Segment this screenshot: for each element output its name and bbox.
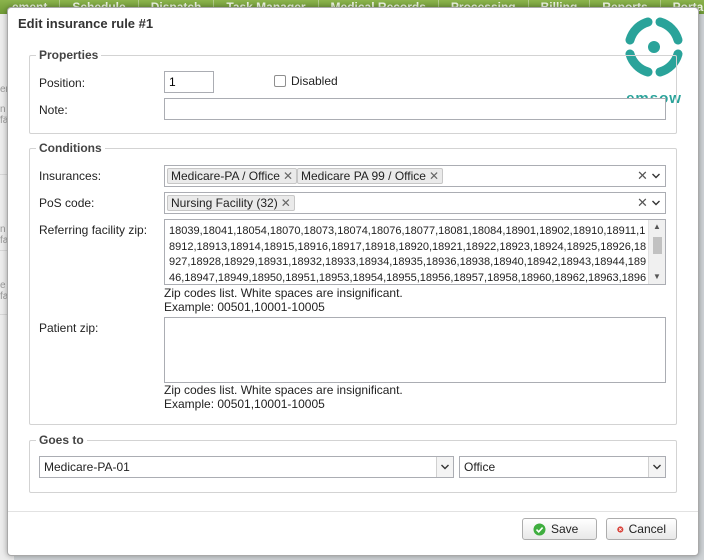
remove-chip-icon[interactable]: ✕: [281, 196, 291, 210]
save-button-label: Save: [551, 522, 579, 536]
properties-group: Properties: [29, 48, 677, 134]
clear-all-icon[interactable]: ✕: [637, 196, 648, 210]
referring-zip-example: Example: 00501,10001-10005: [164, 300, 325, 314]
insurance-chip-label: Medicare PA 99 / Office: [301, 169, 426, 183]
patient-zip-hint: Zip codes list. White spaces are insigni…: [164, 383, 403, 397]
location-select-value: Office: [464, 460, 496, 474]
chevron-down-icon[interactable]: [652, 172, 660, 180]
remove-chip-icon[interactable]: ✕: [283, 169, 293, 183]
referring-zip-hint: Zip codes list. White spaces are insigni…: [164, 286, 403, 300]
insurance-chip: Medicare-PA / Office ✕: [167, 168, 297, 184]
scroll-up-icon[interactable]: ▲: [653, 223, 661, 231]
pos-code-chip-label: Nursing Facility (32): [171, 196, 278, 210]
insurances-multiselect[interactable]: Medicare-PA / Office ✕ Medicare PA 99 / O…: [164, 165, 666, 187]
target-select[interactable]: Medicare-PA-01: [39, 456, 454, 478]
cancel-button-label: Cancel: [628, 522, 666, 536]
chevron-down-icon[interactable]: [441, 463, 449, 471]
remove-chip-icon[interactable]: ✕: [429, 169, 439, 183]
dialog-title[interactable]: Edit insurance rule #1: [18, 16, 153, 31]
referring-zip-value: 18039,18041,18054,18070,18073,18074,1807…: [169, 225, 647, 284]
disabled-label: Disabled: [291, 74, 338, 88]
insurance-chip: Medicare PA 99 / Office ✕: [297, 168, 444, 184]
note-input[interactable]: [164, 98, 666, 120]
patient-zip-label: Patient zip:: [39, 321, 99, 335]
pos-code-multiselect[interactable]: Nursing Facility (32) ✕ ✕: [164, 192, 666, 214]
properties-legend: Properties: [39, 48, 99, 62]
scrollbar-thumb[interactable]: [653, 237, 662, 254]
insurances-label: Insurances:: [39, 169, 102, 183]
insurance-chip-label: Medicare-PA / Office: [171, 169, 280, 183]
select-dropdown-button[interactable]: [648, 457, 665, 477]
disabled-option[interactable]: Disabled: [274, 74, 338, 88]
clear-all-icon[interactable]: ✕: [637, 169, 648, 183]
disabled-checkbox[interactable]: [274, 75, 286, 87]
save-button[interactable]: Save: [522, 518, 597, 540]
location-select[interactable]: Office: [459, 456, 666, 478]
target-select-value: Medicare-PA-01: [44, 460, 130, 474]
patient-zip-example: Example: 00501,10001-10005: [164, 397, 325, 411]
goes-to-legend: Goes to: [39, 433, 84, 447]
position-input[interactable]: [164, 71, 214, 93]
position-label: Position:: [39, 76, 86, 90]
patient-zip-textarea[interactable]: [164, 317, 666, 383]
conditions-legend: Conditions: [39, 141, 102, 155]
pos-code-label: PoS code:: [39, 196, 95, 210]
chevron-down-icon[interactable]: [653, 463, 661, 471]
select-dropdown-button[interactable]: [436, 457, 453, 477]
cancel-circle-icon: [617, 525, 624, 533]
note-label: Note:: [39, 103, 68, 117]
referring-zip-textarea[interactable]: 18039,18041,18054,18070,18073,18074,1807…: [164, 219, 666, 285]
textarea-scrollbar[interactable]: ▲ ▼: [648, 220, 665, 284]
footer-divider: [8, 511, 698, 512]
edit-insurance-rule-dialog: Edit insurance rule #1 emsow Properties …: [7, 7, 699, 556]
scroll-down-icon[interactable]: ▼: [653, 273, 661, 281]
cancel-button[interactable]: Cancel: [606, 518, 677, 540]
chevron-down-icon[interactable]: [652, 199, 660, 207]
referring-zip-label: Referring facility zip:: [39, 223, 148, 237]
pos-code-chip: Nursing Facility (32) ✕: [167, 195, 295, 211]
check-circle-icon: [533, 523, 546, 535]
